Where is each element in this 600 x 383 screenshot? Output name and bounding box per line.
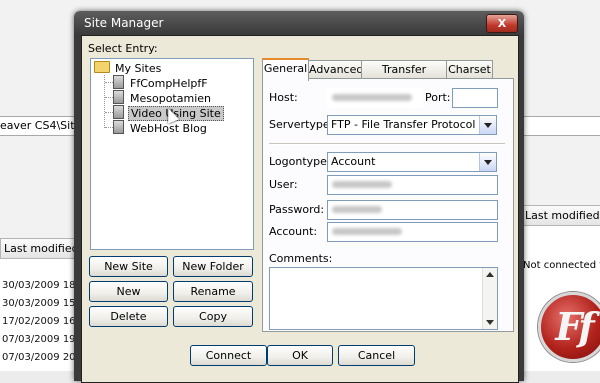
tree-connector	[105, 97, 113, 98]
section-divider	[269, 143, 505, 145]
server-icon	[113, 105, 124, 119]
account-value-obscured	[332, 228, 402, 235]
tree-connector	[105, 127, 113, 128]
connect-button[interactable]: Connect	[190, 345, 267, 366]
port-input[interactable]	[452, 88, 498, 108]
user-input[interactable]	[327, 175, 498, 195]
comments-textarea[interactable]	[269, 267, 498, 330]
scroll-up-icon[interactable]	[486, 272, 494, 277]
rename-button[interactable]: Rename	[173, 281, 253, 302]
tab-transfer-settings[interactable]: Transfer settings	[361, 60, 447, 94]
local-date-cell: 07/03/2009 19:3	[2, 334, 86, 345]
copy-button[interactable]: Copy	[173, 306, 253, 327]
tree-item-my-sites[interactable]: My Sites	[94, 61, 163, 76]
password-label: Password:	[269, 203, 325, 216]
chevron-down-icon[interactable]	[479, 153, 496, 171]
remote-last-modified-header[interactable]: Last modified	[521, 205, 600, 226]
tree-connector	[105, 112, 113, 113]
user-label: User:	[269, 178, 298, 191]
new-folder-button[interactable]: New Folder	[173, 256, 253, 277]
servertype-select[interactable]: FTP - File Transfer Protocol	[327, 115, 497, 135]
logontype-value: Account	[331, 155, 376, 168]
not-connected-message: Not connected to	[523, 260, 600, 271]
site-tree[interactable]: My Sites FfCompHelpfF Mesopotamien Video…	[90, 58, 254, 250]
local-date-cell: 17/02/2009 16:2	[2, 316, 86, 327]
tab-advanced[interactable]: Advanced	[308, 60, 363, 79]
tree-connector	[105, 82, 113, 83]
site-manager-dialog: Site Manager X Select Entry: My Sites Ff…	[74, 11, 524, 383]
ok-button[interactable]: OK	[267, 345, 333, 366]
general-tab-panel: Host: Port: Servertype: FTP - File Trans…	[262, 78, 514, 332]
delete-button[interactable]: Delete	[89, 306, 168, 327]
user-value-obscured	[332, 181, 392, 188]
new-bookmark-button[interactable]: New Bookmark	[89, 281, 168, 317]
local-date-cell: 30/03/2009 18:4	[2, 280, 86, 291]
title-bar[interactable]: Site Manager X	[74, 11, 524, 35]
server-icon	[113, 75, 124, 89]
host-label: Host:	[269, 91, 298, 104]
account-label: Account:	[269, 225, 318, 238]
cancel-button[interactable]: Cancel	[338, 345, 415, 366]
servertype-label: Servertype:	[269, 118, 334, 131]
comments-label: Comments:	[269, 252, 333, 265]
tree-item-label: WebHost Blog	[130, 122, 207, 135]
host-value-obscured	[332, 94, 412, 101]
server-icon	[113, 120, 124, 134]
select-entry-label: Select Entry:	[88, 42, 158, 55]
logontype-label: Logontype:	[269, 155, 331, 168]
account-input[interactable]	[327, 222, 498, 242]
tree-item-site[interactable]: Mesopotamien	[113, 90, 213, 105]
new-site-button[interactable]: New Site	[89, 256, 168, 277]
logontype-select[interactable]: Account	[327, 152, 497, 172]
server-icon	[113, 90, 124, 104]
servertype-value: FTP - File Transfer Protocol	[331, 118, 476, 131]
port-label: Port:	[425, 91, 451, 104]
tab-general[interactable]: General	[262, 58, 309, 81]
dialog-client-area: Select Entry: My Sites FfCompHelpfF Meso…	[81, 35, 519, 383]
comments-scrollbar[interactable]	[482, 268, 497, 329]
tree-item-site[interactable]: FfCompHelpfF	[113, 75, 210, 90]
tree-item-label: My Sites	[115, 62, 162, 75]
local-last-modified-header[interactable]: Last modified	[0, 238, 85, 259]
chevron-down-icon[interactable]	[479, 116, 496, 134]
host-input[interactable]	[327, 88, 423, 108]
tree-item-site[interactable]: WebHost Blog	[113, 120, 209, 135]
password-input[interactable]	[327, 200, 498, 220]
dialog-title: Site Manager	[84, 16, 164, 30]
folder-open-icon	[94, 61, 110, 73]
scroll-down-icon[interactable]	[486, 320, 494, 325]
close-button[interactable]: X	[486, 14, 518, 33]
local-date-cell: 07/03/2009 20:1	[2, 352, 86, 363]
password-value-obscured	[332, 206, 382, 213]
tab-charset[interactable]: Charset	[446, 60, 493, 79]
filezilla-logo: Ff	[538, 292, 600, 362]
tree-item-label: FfCompHelpfF	[130, 77, 208, 90]
local-date-cell: 30/03/2009 15:4	[2, 298, 86, 309]
tree-item-label: Mesopotamien	[130, 92, 211, 105]
